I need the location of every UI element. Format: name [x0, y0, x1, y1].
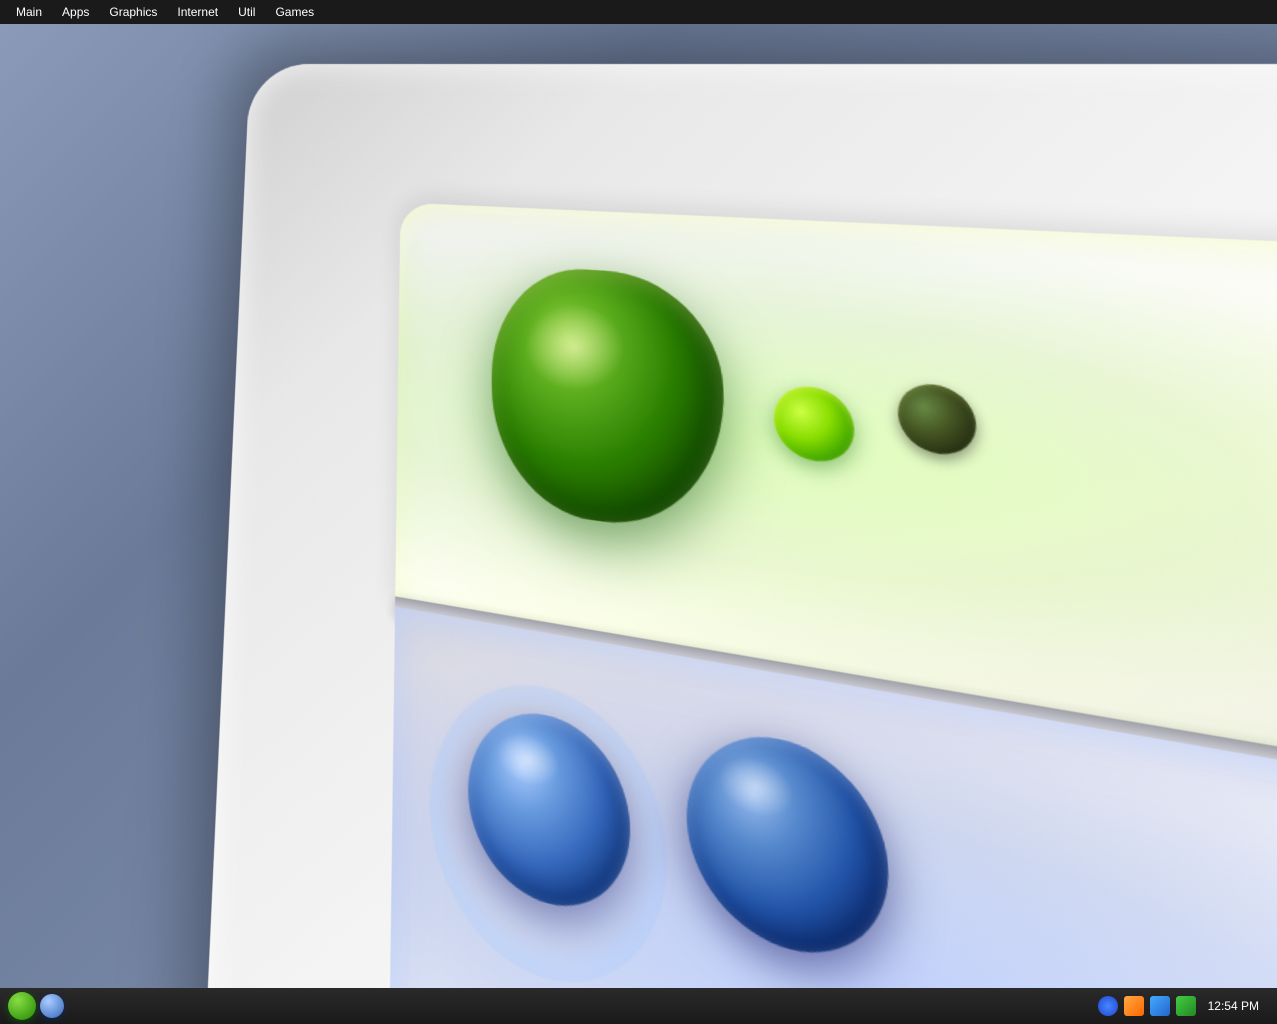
- taskbar-right: 12:54 PM: [1098, 996, 1269, 1016]
- menu-item-apps[interactable]: Apps: [54, 3, 97, 21]
- taskbar-green-orb[interactable]: [8, 992, 36, 1020]
- user-tray-icon[interactable]: [1124, 996, 1144, 1016]
- device-illustration: [250, 64, 1250, 964]
- menu-item-games[interactable]: Games: [267, 3, 322, 21]
- device-frame: [203, 64, 1277, 988]
- system-clock: 12:54 PM: [1202, 997, 1265, 1015]
- taskbar: 12:54 PM: [0, 988, 1277, 1024]
- menu-item-util[interactable]: Util: [230, 3, 263, 21]
- taskbar-blue-orb[interactable]: [40, 994, 64, 1018]
- menu-item-graphics[interactable]: Graphics: [101, 3, 165, 21]
- desktop: [0, 24, 1277, 988]
- taskbar-left: [8, 992, 1098, 1020]
- menu-item-internet[interactable]: Internet: [169, 3, 226, 21]
- sound-tray-icon[interactable]: [1150, 996, 1170, 1016]
- network-tray-icon[interactable]: [1098, 996, 1118, 1016]
- menu-item-main[interactable]: Main: [8, 3, 50, 21]
- battery-tray-icon[interactable]: [1176, 996, 1196, 1016]
- menu-bar: Main Apps Graphics Internet Util Games: [0, 0, 1277, 24]
